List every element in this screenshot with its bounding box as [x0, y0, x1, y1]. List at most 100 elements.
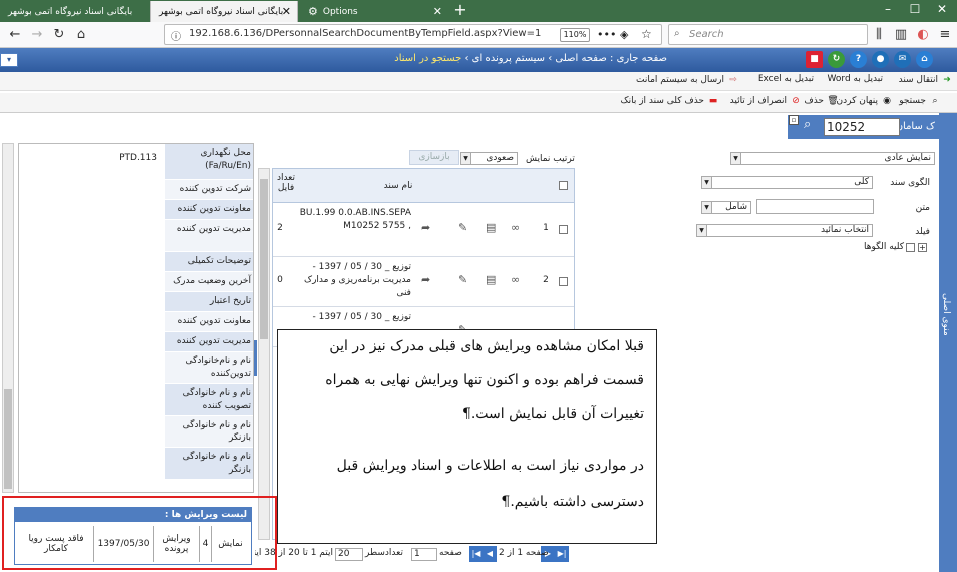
maximize-button[interactable]: ☐	[903, 2, 927, 18]
search-icon[interactable]: ⌕	[804, 117, 811, 132]
tab-title: Options	[322, 6, 358, 17]
refresh-button[interactable]: بازسازی	[409, 150, 459, 165]
tab-archive-1[interactable]: بایگانی اسناد نیروگاه اتمی بوشهر	[0, 1, 150, 22]
page-actions-icon[interactable]: •••	[597, 28, 616, 41]
page-select[interactable]: 1	[411, 548, 437, 561]
search-button[interactable]: ⌕ جستجو	[899, 95, 941, 107]
property-label: مدیریت تدوین کننده	[176, 224, 251, 234]
return-document-label: انتقال سند	[898, 75, 938, 85]
zoom-level[interactable]: 110%	[560, 28, 590, 42]
refresh-icon[interactable]: ↻	[828, 51, 845, 68]
library-icon[interactable]: ⫼	[870, 26, 888, 44]
saman-input[interactable]: 10252	[824, 118, 900, 136]
tab-options[interactable]: ⚙ Options ✕	[300, 1, 448, 22]
all-patterns-checkbox[interactable]	[906, 243, 915, 252]
user-icon[interactable]: ●	[872, 51, 889, 68]
text-input[interactable]	[756, 199, 874, 214]
tab-title: بایگانی اسناد نیروگاه اتمی بوشهر	[8, 6, 133, 17]
edit-icon[interactable]: ✎	[458, 273, 467, 286]
col-count-header[interactable]: تعداد فایل	[273, 173, 299, 193]
addon-icon[interactable]: ◐	[914, 26, 932, 44]
tab-archive-2[interactable]: بایگانی اسناد نیروگاه اتمی بوشهر ✕	[150, 1, 298, 22]
lookup-icon[interactable]: ▫	[789, 115, 799, 125]
expand-icon[interactable]: +	[918, 243, 927, 252]
convert-excel-label: تبدیل به Excel	[757, 74, 814, 84]
document-name: توزیع _ 30 / 05 / 1397 - مدیریت برنامه‌ر…	[304, 262, 411, 298]
help-icon[interactable]: ?	[850, 51, 867, 68]
delete-button[interactable]: 🗑 حذف	[804, 95, 839, 107]
property-label: محل نگهداری (Fa/Ru/En)	[200, 148, 251, 171]
property-value: PTD.113	[119, 153, 157, 163]
pdf-icon[interactable]: ■	[806, 51, 823, 68]
property-label: تاریخ اعتبار	[209, 296, 251, 306]
properties-scroll-thumb[interactable]	[4, 389, 12, 489]
last-page-icon[interactable]: ▶|	[555, 546, 569, 562]
breadcrumb-current[interactable]: جستجو در اسناد	[394, 53, 461, 64]
main-menu-label: منوی اصلی	[941, 293, 951, 336]
table-row[interactable]: 1 ∞ ▤ ✎ ➦ BU.1.99 0.0.AB.INS.SEPAM10252 …	[273, 203, 574, 257]
property-label: آخرین وضعیت مدرک	[173, 276, 251, 286]
saman-code-row: ک سامان 10252 ⌕ ▫	[788, 115, 939, 139]
callout-line: تغییرات آن قابل نمایش است.¶	[461, 406, 644, 422]
eye-icon: ◉	[883, 96, 891, 106]
col-name-header[interactable]: نام سند	[303, 181, 493, 191]
window-close-button[interactable]: ✕	[930, 2, 954, 18]
display-mode-select[interactable]: ▼ نمایش عادی	[730, 152, 935, 165]
table-row[interactable]: 2 ∞ ▤ ✎ ➦ توزیع _ 30 / 05 / 1397 - مدیری…	[273, 257, 574, 307]
share-icon[interactable]: ➦	[421, 273, 430, 286]
grid-scrollbar[interactable]	[258, 168, 270, 540]
glasses-icon[interactable]: ∞	[511, 273, 520, 286]
field-value: انتخاب نمائید	[820, 225, 869, 235]
return-document-button[interactable]: ➜ انتقال سند	[899, 74, 953, 86]
new-tab-button[interactable]: +	[450, 1, 470, 21]
property-row: آخرین وضعیت مدرک	[19, 272, 253, 292]
share-icon[interactable]: ➦	[421, 221, 430, 234]
grid-scroll-thumb[interactable]	[260, 179, 268, 339]
mail-icon[interactable]: ✉	[894, 51, 911, 68]
select-all-checkbox[interactable]	[559, 181, 568, 190]
back-arrow-icon[interactable]: ←	[6, 26, 24, 44]
rows-select[interactable]: 20	[335, 548, 363, 561]
magnifier-icon: ⌕	[932, 96, 938, 106]
properties-scrollbar[interactable]	[2, 143, 14, 493]
search-icon: ⌕	[674, 28, 680, 39]
pattern-select[interactable]: ▼ کلی	[701, 176, 873, 189]
main-menu-sidebar[interactable]: منوی اصلی	[939, 113, 957, 572]
address-bar[interactable]: ⓘ 192.168.6.136/DPersonnalSearchDocument…	[164, 24, 662, 45]
hide-button[interactable]: ◉ پنهان کردن	[837, 95, 893, 107]
sidebar-icon[interactable]: ▥	[892, 26, 910, 44]
menu-icon[interactable]: ≡	[936, 26, 954, 44]
pocket-icon[interactable]: ◈	[620, 28, 628, 41]
row-checkbox[interactable]	[559, 277, 568, 286]
minus-icon: ▬	[708, 96, 718, 106]
search-box[interactable]: ⌕ Search	[668, 24, 868, 45]
home-icon[interactable]: ⌂	[916, 51, 933, 68]
reload-icon[interactable]: ↻	[50, 26, 68, 44]
page-of-text: صفحه 1 از 2	[499, 548, 549, 558]
edit-icon[interactable]: ✎	[458, 221, 467, 234]
forward-arrow-icon[interactable]: →	[28, 26, 46, 44]
prev-page-icon[interactable]: ◀	[483, 546, 497, 562]
close-icon[interactable]: ✕	[433, 5, 442, 18]
convert-word-button[interactable]: تبدیل به Word	[828, 74, 883, 84]
row-checkbox[interactable]	[559, 225, 568, 234]
field-select[interactable]: ▼ انتخاب نمائید	[696, 224, 873, 237]
close-icon[interactable]: ✕	[282, 5, 291, 18]
minimize-button[interactable]: –	[876, 2, 900, 18]
convert-excel-button[interactable]: تبدیل به Excel	[758, 74, 814, 84]
send-loan-button[interactable]: ⇨ ارسال به سیستم امانت	[636, 74, 739, 86]
home-icon[interactable]: ⌂	[72, 26, 90, 44]
cancel-approve-label: انصراف از تائید	[729, 96, 787, 106]
document-icon[interactable]: ▤	[486, 221, 496, 234]
search-placeholder: Search	[689, 29, 724, 40]
cancel-approve-button[interactable]: ⊘ انصراف از تائید	[730, 95, 802, 107]
bookmark-star-icon[interactable]: ☆	[641, 27, 652, 41]
glasses-icon[interactable]: ∞	[511, 221, 520, 234]
text-operator-select[interactable]: ▼ شامل	[701, 201, 751, 214]
delete-all-button[interactable]: ▬ حذف کلی سند از بانک	[621, 95, 719, 107]
first-page-icon[interactable]: |◀	[469, 546, 483, 562]
pattern-value: کلی	[854, 177, 869, 187]
document-icon[interactable]: ▤	[486, 273, 496, 286]
collapse-toggle[interactable]: ▾	[0, 53, 18, 67]
sort-toggle[interactable]	[507, 152, 517, 165]
